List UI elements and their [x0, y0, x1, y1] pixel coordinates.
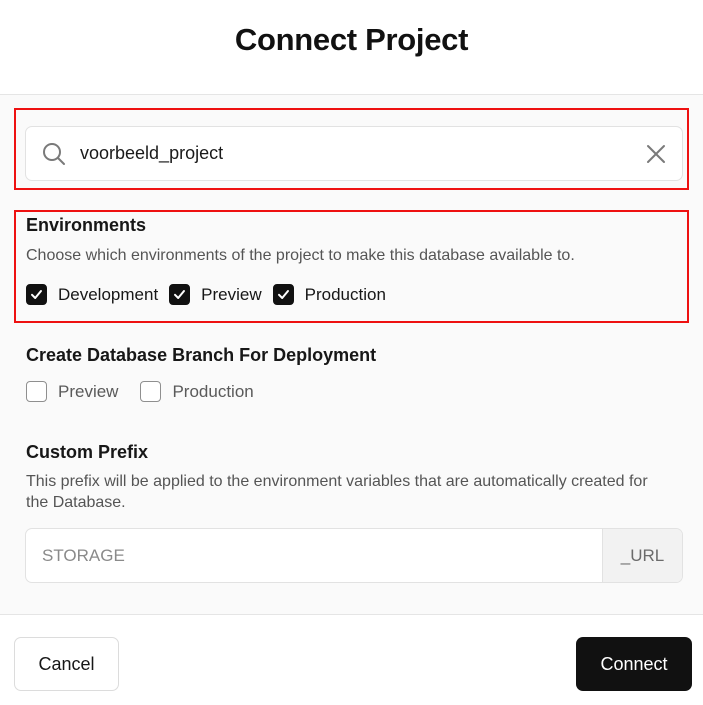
- branch-options: Preview Production: [26, 381, 265, 402]
- environments-title: Environments: [26, 215, 147, 235]
- search-icon: [43, 143, 65, 165]
- env-label-production: Production: [304, 284, 386, 304]
- checkbox-checked-icon[interactable]: [272, 284, 294, 305]
- checkbox-unchecked-icon[interactable]: [26, 381, 47, 402]
- prefix-suffix: _URL: [602, 529, 682, 582]
- connect-button[interactable]: Connect: [576, 637, 692, 691]
- checkbox-checked-icon[interactable]: [26, 284, 47, 305]
- cancel-button[interactable]: Cancel: [14, 637, 119, 691]
- close-icon[interactable]: [645, 143, 667, 165]
- env-label-preview: Preview: [201, 284, 262, 304]
- checkbox-checked-icon[interactable]: [169, 284, 191, 305]
- branch-label-preview: Preview: [58, 381, 119, 401]
- branch-checkbox-preview[interactable]: Preview: [26, 381, 118, 402]
- environments-options: Development Preview Production: [26, 284, 397, 305]
- prefix-field: _URL: [25, 528, 683, 583]
- environments-description: Choose which environments of the project…: [26, 247, 575, 264]
- checkbox-unchecked-icon[interactable]: [140, 381, 162, 402]
- dialog-title: Connect Project: [234, 22, 469, 57]
- env-checkbox-development[interactable]: Development: [26, 284, 158, 305]
- prefix-title: Custom Prefix: [26, 442, 149, 462]
- search-value[interactable]: voorbeeld_project: [80, 143, 223, 164]
- dialog-header: Connect Project: [0, 0, 703, 95]
- branch-label-production: Production: [172, 381, 254, 401]
- prefix-input[interactable]: [26, 529, 603, 582]
- project-search-field[interactable]: voorbeeld_project: [25, 126, 683, 181]
- env-checkbox-production[interactable]: Production: [272, 284, 386, 305]
- dialog-footer: Cancel Connect: [0, 614, 703, 705]
- env-label-development: Development: [58, 284, 159, 304]
- prefix-description: This prefix will be applied to the envir…: [26, 473, 648, 511]
- env-checkbox-preview[interactable]: Preview: [169, 284, 262, 305]
- branch-title: Create Database Branch For Deployment: [26, 345, 377, 365]
- branch-checkbox-production[interactable]: Production: [140, 381, 254, 402]
